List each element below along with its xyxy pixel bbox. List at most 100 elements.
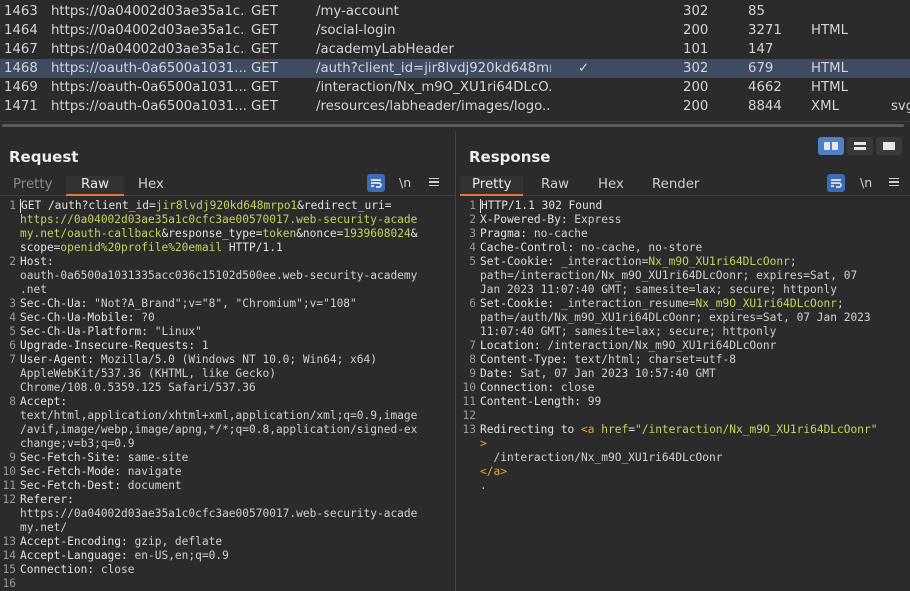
cell-host: https://0a04002d03ae35a1c... xyxy=(51,42,246,57)
line-number: 10 xyxy=(2,465,16,478)
code-line: path=/auth/Nx_m9O_XU1ri64DLcOonr; expire… xyxy=(460,311,910,325)
response-tab-raw[interactable]: Raw xyxy=(536,176,574,196)
request-editor[interactable]: 1 GET /auth?client_id=jir8lvdj920kd648mrp… xyxy=(0,199,455,591)
code-token: path=/interaction/Nx_m9O_XU1ri64DLcOonr;… xyxy=(480,269,858,282)
table-row[interactable]: 1467 https://0a04002d03ae35a1c... GET/acad… xyxy=(0,40,910,59)
code-line: 11 Sec-Fetch-Dest: document xyxy=(0,479,455,493)
cell-host: https://0a04002d03ae35a1c... xyxy=(51,4,246,19)
single-pane-layout-icon[interactable] xyxy=(876,137,902,155)
line-number: 13 xyxy=(462,423,476,436)
cell-mime: HTML xyxy=(811,61,849,76)
code-line: 12 xyxy=(460,409,910,423)
request-tab-pretty[interactable]: Pretty xyxy=(8,176,57,196)
code-line: 2 Host: xyxy=(0,255,455,269)
table-row[interactable]: 1463 https://0a04002d03ae35a1c... GET/my-a… xyxy=(0,2,910,21)
side-by-side-layout-icon[interactable] xyxy=(818,137,844,155)
line-number xyxy=(0,381,20,395)
code-token: & xyxy=(410,227,418,240)
response-tab-render[interactable]: Render xyxy=(647,176,704,196)
word-wrap-icon[interactable] xyxy=(367,174,385,192)
line-number: 16 xyxy=(2,577,16,590)
table-row[interactable]: 1468 https://oauth-0a6500a1031... GET/auth… xyxy=(0,59,910,78)
line-number: 4 xyxy=(469,241,476,254)
code-line: 6 Set-Cookie: _interaction_resume=Nx_m9O_… xyxy=(460,297,910,311)
cell-host: https://oauth-0a6500a1031... xyxy=(51,80,246,95)
code-line: 10 Sec-Fetch-Mode: navigate xyxy=(0,465,455,479)
newline-toggle[interactable]: \n xyxy=(860,175,872,190)
code-line: oauth-0a6500a1031335acc036c15102d500ee.w… xyxy=(0,269,455,283)
cell-mime: HTML xyxy=(811,23,849,38)
newline-toggle[interactable]: \n xyxy=(399,175,411,190)
code-token: Connection: xyxy=(20,563,95,576)
code-line: 12 Referer: xyxy=(0,493,455,507)
code-line: 4 Sec-Ch-Ua-Mobile: ?0 xyxy=(0,311,455,325)
cell-length: 85 xyxy=(748,4,765,19)
code-line: change;v=b3;q=0.9 xyxy=(0,437,455,451)
code-token: </a> xyxy=(480,465,507,478)
line-number: 5 xyxy=(9,325,16,338)
code-line: </a> xyxy=(460,465,910,479)
code-token: Host: xyxy=(20,255,54,268)
request-tab-hex[interactable]: Hex xyxy=(133,176,169,196)
cell-length: 8844 xyxy=(748,99,782,114)
code-line: 11:07:40 GMT; samesite=lax; secure; http… xyxy=(460,325,910,339)
cell-method: GET xyxy=(251,99,278,114)
code-token: > xyxy=(480,437,487,450)
line-number xyxy=(460,437,480,451)
table-row[interactable]: 1471 https://oauth-0a6500a1031... GET/reso… xyxy=(0,97,910,116)
code-line: . xyxy=(460,479,910,493)
code-token: Content-Length: xyxy=(480,395,582,408)
code-line: 11 Content-Length: 99 xyxy=(460,395,910,409)
line-number xyxy=(0,213,20,227)
response-tab-hex[interactable]: Hex xyxy=(593,176,629,196)
cell-length: 3271 xyxy=(748,23,782,38)
code-token: <a xyxy=(581,423,595,436)
code-token: Jan 2023 11:07:40 GMT; samesite=lax; sec… xyxy=(480,283,837,296)
table-row[interactable]: 1469 https://oauth-0a6500a1031... GET/inte… xyxy=(0,78,910,97)
code-line: text/html,application/xhtml+xml,applicat… xyxy=(0,409,455,423)
line-number: 8 xyxy=(469,353,476,366)
word-wrap-icon[interactable] xyxy=(827,174,845,192)
request-tabbar: Pretty Raw Hex \n xyxy=(0,174,455,196)
code-token: Set-Cookie: xyxy=(480,297,555,310)
code-line: 1 HTTP/1.1 302 Found xyxy=(460,199,910,213)
code-token: 99 xyxy=(581,395,602,408)
cell-method: GET xyxy=(251,23,278,38)
code-token: text/html,application/xhtml+xml,applicat… xyxy=(20,409,418,422)
scrollbar-thumb[interactable] xyxy=(2,124,904,127)
line-number xyxy=(0,241,20,255)
code-token: Pragma: xyxy=(480,227,528,240)
code-token: "Not?A_Brand";v="8", "Chromium";v="108" xyxy=(87,297,357,310)
request-tab-raw[interactable]: Raw xyxy=(66,176,124,196)
horizontal-scrollbar[interactable] xyxy=(0,121,910,128)
response-editor[interactable]: 1 HTTP/1.1 302 Found 2 X-Powered-By: Expres… xyxy=(460,199,910,591)
code-token: href xyxy=(601,423,629,436)
cell-host: https://oauth-0a6500a1031... xyxy=(51,61,246,76)
code-token: https://0a04002d03ae35a1c0cfc3ae00570017… xyxy=(20,507,418,520)
code-token: jir8lvdj920kd648mrpo1 xyxy=(155,199,298,212)
cell-host: https://0a04002d03ae35a1c... xyxy=(51,23,246,38)
code-token: no-cache, no-store xyxy=(574,241,703,254)
code-line: my.net/ xyxy=(0,521,455,535)
line-number: 7 xyxy=(9,353,16,366)
line-number: 12 xyxy=(2,493,16,506)
code-line: > xyxy=(460,437,910,451)
code-line: 5 Set-Cookie: _interaction=Nx_m9O_XU1ri64… xyxy=(460,255,910,269)
code-token: my.net/ xyxy=(20,521,68,534)
code-token: close xyxy=(94,563,135,576)
line-number: 15 xyxy=(2,563,16,576)
table-row[interactable]: 1464 https://0a04002d03ae35a1c... GET/soci… xyxy=(0,21,910,40)
code-token: oauth-0a6500a1031335acc036c15102d500ee.w… xyxy=(20,269,418,282)
code-token: Mozilla/5.0 (Windows NT 10.0; Win64; x64… xyxy=(94,353,377,366)
line-number: 7 xyxy=(469,339,476,352)
menu-icon[interactable] xyxy=(889,178,899,186)
stacked-layout-icon[interactable] xyxy=(847,137,873,155)
menu-icon[interactable] xyxy=(429,178,439,186)
line-number: 10 xyxy=(462,381,476,394)
code-token: GET /auth?client_id= xyxy=(21,199,156,212)
code-token: Nx_m9O_XU1ri64DLcOonr xyxy=(648,255,790,268)
code-token: Accept: xyxy=(20,395,68,408)
code-line: scope=openid%20profile%20email HTTP/1.1 xyxy=(0,241,455,255)
code-token: https://0a04002d03ae35a1c0cfc3ae00570017… xyxy=(20,213,418,226)
response-tab-pretty[interactable]: Pretty xyxy=(460,176,524,196)
